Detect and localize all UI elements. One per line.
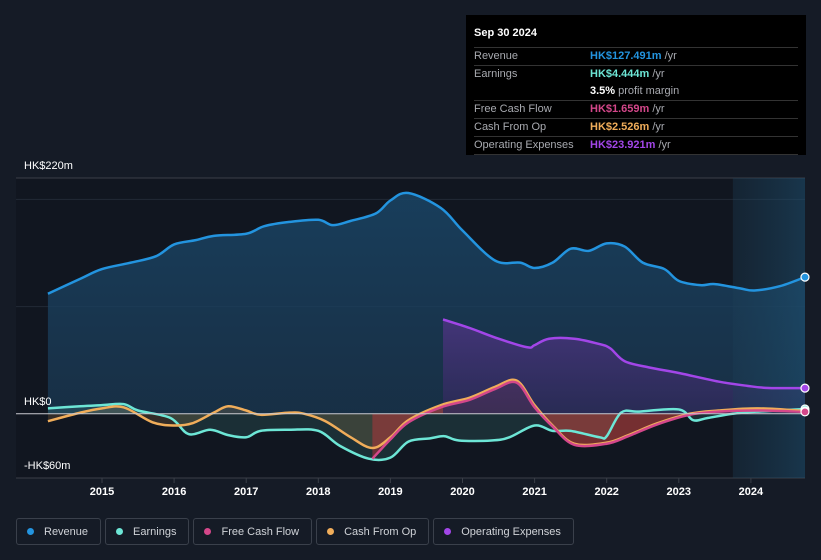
legend-dot-icon [444,528,452,535]
tooltip-row-label: Operating Expenses [474,139,574,151]
tooltip-row-label: Revenue [474,50,519,62]
tooltip-row-value: 3.5% [590,85,616,97]
legend-dot-icon [327,528,335,535]
y-tick-label-top: HK$220m [24,160,73,172]
legend-item-earnings[interactable]: Earnings [105,518,190,545]
tooltip-row: Cash From Op HK$2.526m/yr [474,118,798,136]
tooltip-row: Earnings HK$4.444m/yr [474,65,798,83]
tooltip-row: 3.5% profit margin [474,83,798,100]
legend: Revenue Earnings Free Cash Flow Cash From O… [16,518,574,545]
x-tick-label: 2015 [90,486,114,498]
y-tick-label-zero: HK$0 [24,396,52,408]
revenue-end-point [800,272,810,282]
x-tick-label: 2020 [450,486,474,498]
x-tick-label: 2016 [162,486,186,498]
tooltip-row-value: HK$127.491m [590,50,662,62]
legend-dot-icon [204,528,212,535]
tooltip-row-label: Cash From Op [474,121,547,133]
legend-item-operating-expenses[interactable]: Operating Expenses [433,518,574,545]
x-tick-label: 2017 [234,486,258,498]
tooltip-row-unit: /yr [658,139,671,151]
tooltip-row-unit: /yr [652,121,665,133]
legend-item-free-cash-flow[interactable]: Free Cash Flow [193,518,313,545]
tooltip-row: Operating Expenses HK$23.921m/yr [474,136,798,155]
tooltip-date: Sep 30 2024 [474,27,537,39]
tooltip-row-value: HK$2.526m [590,121,650,133]
legend-label: Cash From Op [344,525,417,538]
tooltip-row-label: Earnings [474,68,518,80]
tooltip-row: Revenue HK$127.491m/yr [474,47,798,65]
legend-dot-icon [116,528,124,535]
tooltip-row-value: HK$1.659m [590,103,650,115]
legend-dot-icon [27,528,34,535]
x-tick-label: 2018 [306,486,330,498]
tooltip-row: Free Cash Flow HK$1.659m/yr [474,100,798,118]
y-tick-label-bottom: -HK$60m [24,460,71,472]
legend-item-revenue[interactable]: Revenue [16,518,102,545]
forecast-highlight-region [732,178,805,478]
free-cash-flow-end-point [800,407,810,417]
tooltip-row-value: HK$4.444m [590,68,650,80]
tooltip-row-value: HK$23.921m [590,139,656,151]
legend-label: Operating Expenses [461,525,561,538]
legend-label: Earnings [133,525,177,538]
tooltip-row-unit: /yr [664,50,677,62]
tooltip-row-unit: /yr [652,68,665,80]
tooltip-row-label [474,83,590,100]
tooltip-row-unit: /yr [652,103,665,115]
tooltip-panel: Sep 30 2024 Revenue HK$127.491m/yr Earning… [466,15,806,155]
legend-label: Revenue [44,525,89,538]
tooltip-row-label: Free Cash Flow [474,103,552,115]
x-tick-label: 2024 [739,486,764,498]
legend-item-cash-from-op[interactable]: Cash From Op [316,518,430,545]
x-tick-label: 2019 [378,486,402,498]
x-tick-label: 2023 [667,486,691,498]
x-tick-label: 2022 [594,486,618,498]
legend-label: Free Cash Flow [221,525,300,538]
x-tick-label: 2021 [522,486,546,498]
operating-expenses-end-point [800,383,810,393]
tooltip-row-unit: profit margin [618,85,680,97]
